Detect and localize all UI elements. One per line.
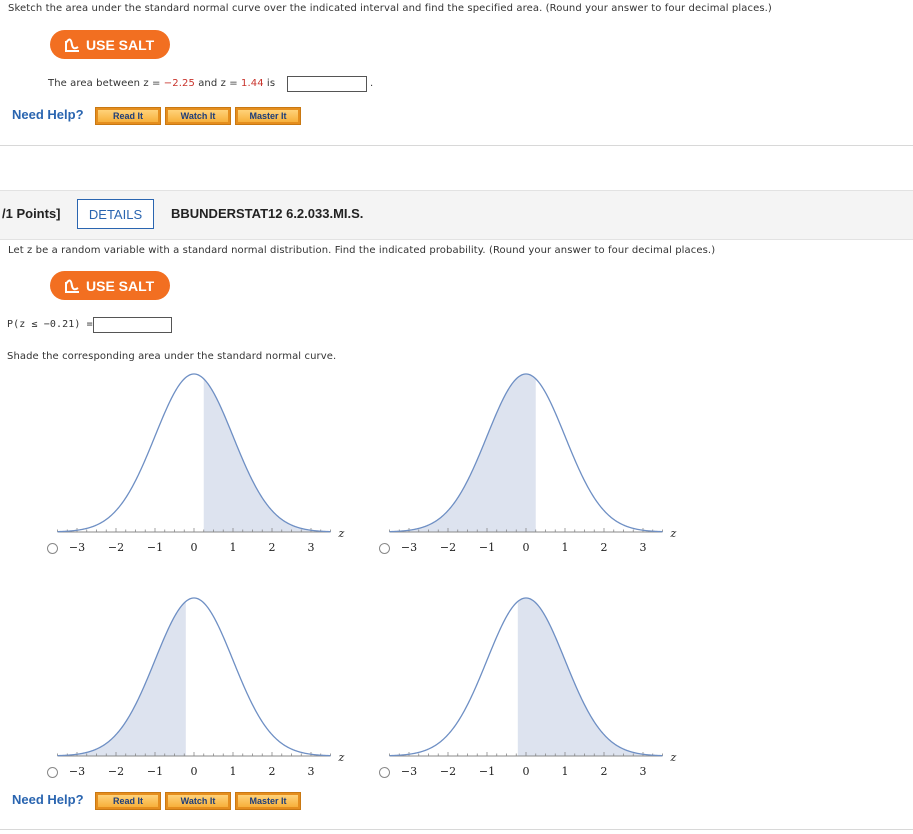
- z-axis-label: z: [670, 751, 677, 764]
- option-d-curve[interactable]: −3 −2 −1 0 1 2 3 z: [0, 0, 913, 834]
- tick-label: −3: [401, 765, 417, 778]
- tick-label: 1: [562, 765, 569, 778]
- tick-label: 2: [601, 765, 608, 778]
- read-it-button[interactable]: Read It: [95, 792, 161, 810]
- shaded-region: [517, 598, 663, 756]
- watch-it-button[interactable]: Watch It: [165, 792, 231, 810]
- tick-label: 0: [523, 765, 530, 778]
- tick-label: −1: [479, 765, 495, 778]
- tick-label: 3: [640, 765, 647, 778]
- section-divider: [0, 829, 913, 830]
- need-help-label: Need Help?: [12, 792, 84, 807]
- tick-label: −2: [440, 765, 456, 778]
- master-it-button[interactable]: Master It: [235, 792, 301, 810]
